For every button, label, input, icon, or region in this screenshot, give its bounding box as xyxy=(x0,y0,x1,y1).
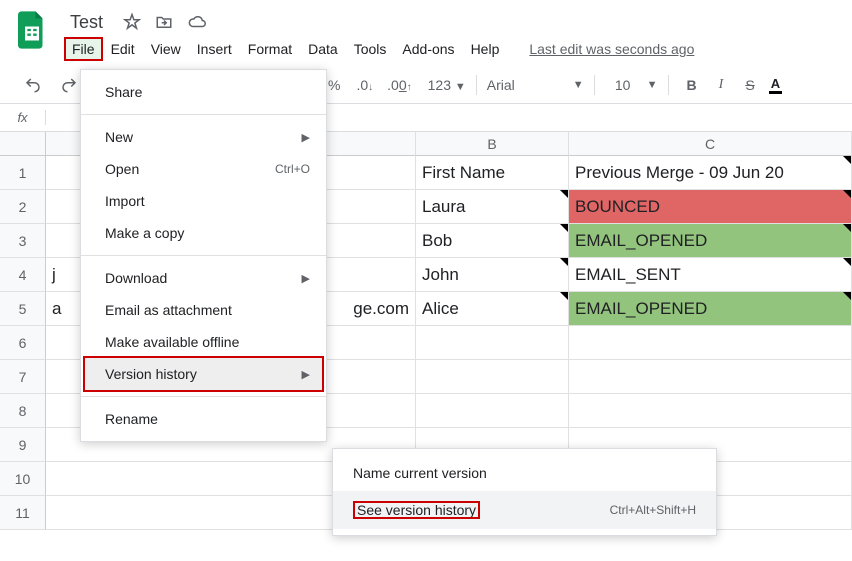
menu-view[interactable]: View xyxy=(143,37,189,61)
sheets-logo[interactable] xyxy=(14,8,50,52)
menu-file[interactable]: File xyxy=(64,37,103,61)
dec00-button[interactable]: .00↑ xyxy=(387,77,411,93)
version-history-submenu: Name current version See version history… xyxy=(332,448,717,536)
file-rename[interactable]: Rename xyxy=(81,403,326,435)
chevron-right-icon: ▶ xyxy=(302,272,310,285)
move-icon[interactable] xyxy=(155,13,173,31)
row-header[interactable]: 4 xyxy=(0,258,46,292)
row-header[interactable]: 6 xyxy=(0,326,46,360)
row-header[interactable]: 5 xyxy=(0,292,46,326)
see-version-history[interactable]: See version history Ctrl+Alt+Shift+H xyxy=(333,491,716,529)
cell[interactable]: EMAIL_OPENED xyxy=(569,292,852,326)
menu-edit[interactable]: Edit xyxy=(103,37,143,61)
row-header[interactable]: 8 xyxy=(0,394,46,428)
cell[interactable]: Previous Merge - 09 Jun 20 xyxy=(569,156,852,190)
menu-help[interactable]: Help xyxy=(463,37,508,61)
italic-button[interactable]: I xyxy=(711,77,732,93)
menu-addons[interactable]: Add-ons xyxy=(394,37,462,61)
select-all-corner[interactable] xyxy=(0,132,46,156)
col-header[interactable]: C xyxy=(569,132,852,156)
bold-button[interactable]: B xyxy=(679,77,705,93)
font-size-select[interactable]: 10 xyxy=(605,77,641,93)
cell[interactable] xyxy=(569,326,852,360)
file-import[interactable]: Import xyxy=(81,185,326,217)
file-download[interactable]: Download▶ xyxy=(81,262,326,294)
cell[interactable]: John xyxy=(416,258,569,292)
cell[interactable]: EMAIL_OPENED xyxy=(569,224,852,258)
row-header[interactable]: 3 xyxy=(0,224,46,258)
col-header[interactable]: B xyxy=(416,132,569,156)
menu-tools[interactable]: Tools xyxy=(346,37,395,61)
cell[interactable]: BOUNCED xyxy=(569,190,852,224)
row-header[interactable]: 9 xyxy=(0,428,46,462)
menu-bar: File Edit View Insert Format Data Tools … xyxy=(64,36,702,62)
fx-label: fx xyxy=(0,110,46,125)
cell[interactable] xyxy=(416,326,569,360)
file-new[interactable]: New▶ xyxy=(81,121,326,153)
cell[interactable] xyxy=(416,360,569,394)
file-email[interactable]: Email as attachment xyxy=(81,294,326,326)
star-icon[interactable] xyxy=(123,13,141,31)
dec0-button[interactable]: .0↓ xyxy=(356,77,373,93)
file-share[interactable]: Share xyxy=(81,76,326,108)
row-header[interactable]: 1 xyxy=(0,156,46,190)
menu-insert[interactable]: Insert xyxy=(189,37,240,61)
cell[interactable]: EMAIL_SENT xyxy=(569,258,852,292)
chevron-right-icon: ▶ xyxy=(302,368,310,381)
cell[interactable]: Laura xyxy=(416,190,569,224)
font-select[interactable]: Arial xyxy=(487,77,567,93)
row-header[interactable]: 2 xyxy=(0,190,46,224)
cell[interactable] xyxy=(569,360,852,394)
name-current-version[interactable]: Name current version xyxy=(333,455,716,491)
file-menu-dropdown: Share New▶ OpenCtrl+O Import Make a copy… xyxy=(80,69,327,442)
file-offline[interactable]: Make available offline xyxy=(81,326,326,358)
text-color-button[interactable]: A xyxy=(769,76,782,94)
row-header[interactable]: 7 xyxy=(0,360,46,394)
file-version-history[interactable]: Version history▶ xyxy=(85,358,322,390)
cell[interactable]: Bob xyxy=(416,224,569,258)
percent-format-button[interactable]: % xyxy=(328,77,340,93)
row-header[interactable]: 11 xyxy=(0,496,46,530)
number-format-button[interactable]: 123 ▼ xyxy=(428,77,466,93)
file-open[interactable]: OpenCtrl+O xyxy=(81,153,326,185)
cell[interactable]: First Name xyxy=(416,156,569,190)
menu-data[interactable]: Data xyxy=(300,37,346,61)
strike-button[interactable]: S xyxy=(737,77,762,93)
cell[interactable] xyxy=(416,394,569,428)
cloud-icon[interactable] xyxy=(187,13,207,31)
row-header[interactable]: 10 xyxy=(0,462,46,496)
menu-format[interactable]: Format xyxy=(240,37,300,61)
chevron-right-icon: ▶ xyxy=(302,131,310,144)
last-edit-link[interactable]: Last edit was seconds ago xyxy=(521,37,702,61)
chevron-down-icon[interactable]: ▼ xyxy=(573,79,584,91)
cell[interactable] xyxy=(569,394,852,428)
chevron-down-icon[interactable]: ▼ xyxy=(647,79,658,91)
undo-button[interactable] xyxy=(18,72,48,98)
cell[interactable]: Alice xyxy=(416,292,569,326)
doc-title[interactable]: Test xyxy=(64,12,109,33)
file-make-copy[interactable]: Make a copy xyxy=(81,217,326,249)
